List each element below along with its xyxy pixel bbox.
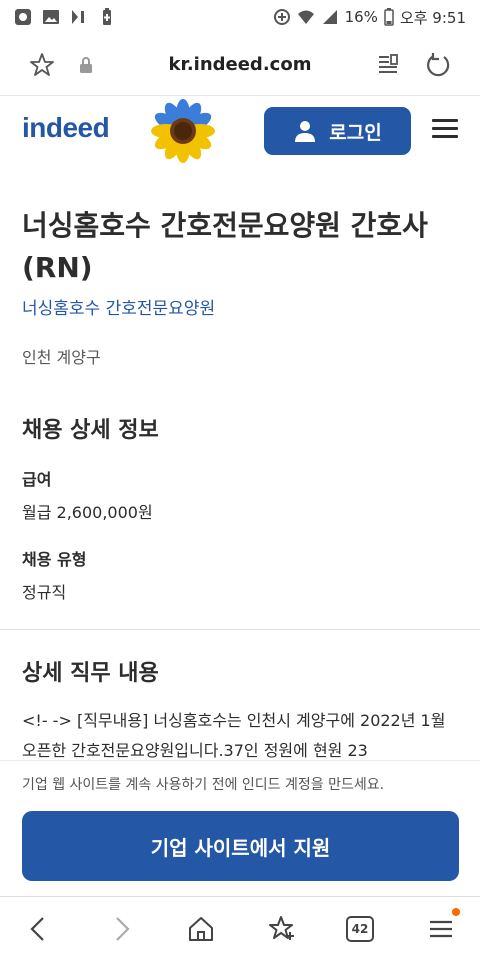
back-icon[interactable] xyxy=(24,914,54,944)
divider xyxy=(0,629,480,630)
browser-url-bar: kr.indeed.com xyxy=(0,34,480,96)
battery-icon xyxy=(384,8,394,26)
login-button[interactable]: 로그인 xyxy=(264,107,411,155)
home-icon[interactable] xyxy=(186,914,216,944)
company-link[interactable]: 너싱홈호수 간호전문요양원 xyxy=(22,294,215,319)
clock: 오후 9:51 xyxy=(399,8,466,27)
job-type-label: 채용 유형 xyxy=(22,550,87,569)
menu-icon[interactable] xyxy=(432,119,458,139)
data-saver-icon xyxy=(273,9,290,25)
tabs-button[interactable]: 42 xyxy=(346,916,374,942)
app-notification-icon xyxy=(15,9,31,25)
banner-text: 기업 웹 사이트를 계속 사용하기 전에 인디드 계정을 만드세요. xyxy=(22,777,385,793)
browser-menu-icon[interactable] xyxy=(426,914,456,944)
battery-saver-icon xyxy=(103,8,111,25)
bookmarks-icon[interactable] xyxy=(266,914,296,944)
image-icon xyxy=(43,10,59,24)
job-title: 너싱홈호수 간호전문요양원 간호사 (RN) xyxy=(22,209,428,284)
user-icon xyxy=(295,121,316,142)
details-heading: 채용 상세 정보 xyxy=(22,418,159,443)
sunflower-icon xyxy=(151,99,215,163)
job-description: <!- -> [직무내용] 너싱홈호수는 인천시 계양구에 2022년 1월 오… xyxy=(22,711,446,760)
refresh-icon[interactable] xyxy=(424,51,452,79)
alert-icon xyxy=(72,10,84,24)
tab-count: 42 xyxy=(351,922,369,936)
indeed-logo[interactable]: indeed xyxy=(22,112,110,144)
forward-icon[interactable] xyxy=(106,914,136,944)
wifi-icon xyxy=(297,10,314,24)
status-bar: 16% 오후 9:51 xyxy=(0,0,480,34)
notification-dot xyxy=(452,908,460,916)
notification-icons xyxy=(14,8,116,26)
description-heading: 상세 직무 내용 xyxy=(22,661,159,686)
site-header: indeed 로그인 xyxy=(0,96,480,176)
apply-button[interactable]: 기업 사이트에서 지원 xyxy=(22,811,459,881)
url-text[interactable]: kr.indeed.com xyxy=(0,54,480,75)
salary-value: 월급 2,600,000원 xyxy=(22,503,153,522)
signal-icon xyxy=(322,10,337,24)
battery-percent: 16% xyxy=(344,8,378,26)
login-label: 로그인 xyxy=(329,121,382,144)
browser-nav-bar: 42 xyxy=(0,896,480,960)
reader-mode-icon[interactable] xyxy=(374,51,402,79)
signup-banner: 기업 웹 사이트를 계속 사용하기 전에 인디드 계정을 만드세요. 기업 사이… xyxy=(0,760,480,896)
job-location: 인천 계양구 xyxy=(22,348,101,367)
salary-label: 급여 xyxy=(22,470,52,489)
job-type-value: 정규직 xyxy=(22,583,67,602)
